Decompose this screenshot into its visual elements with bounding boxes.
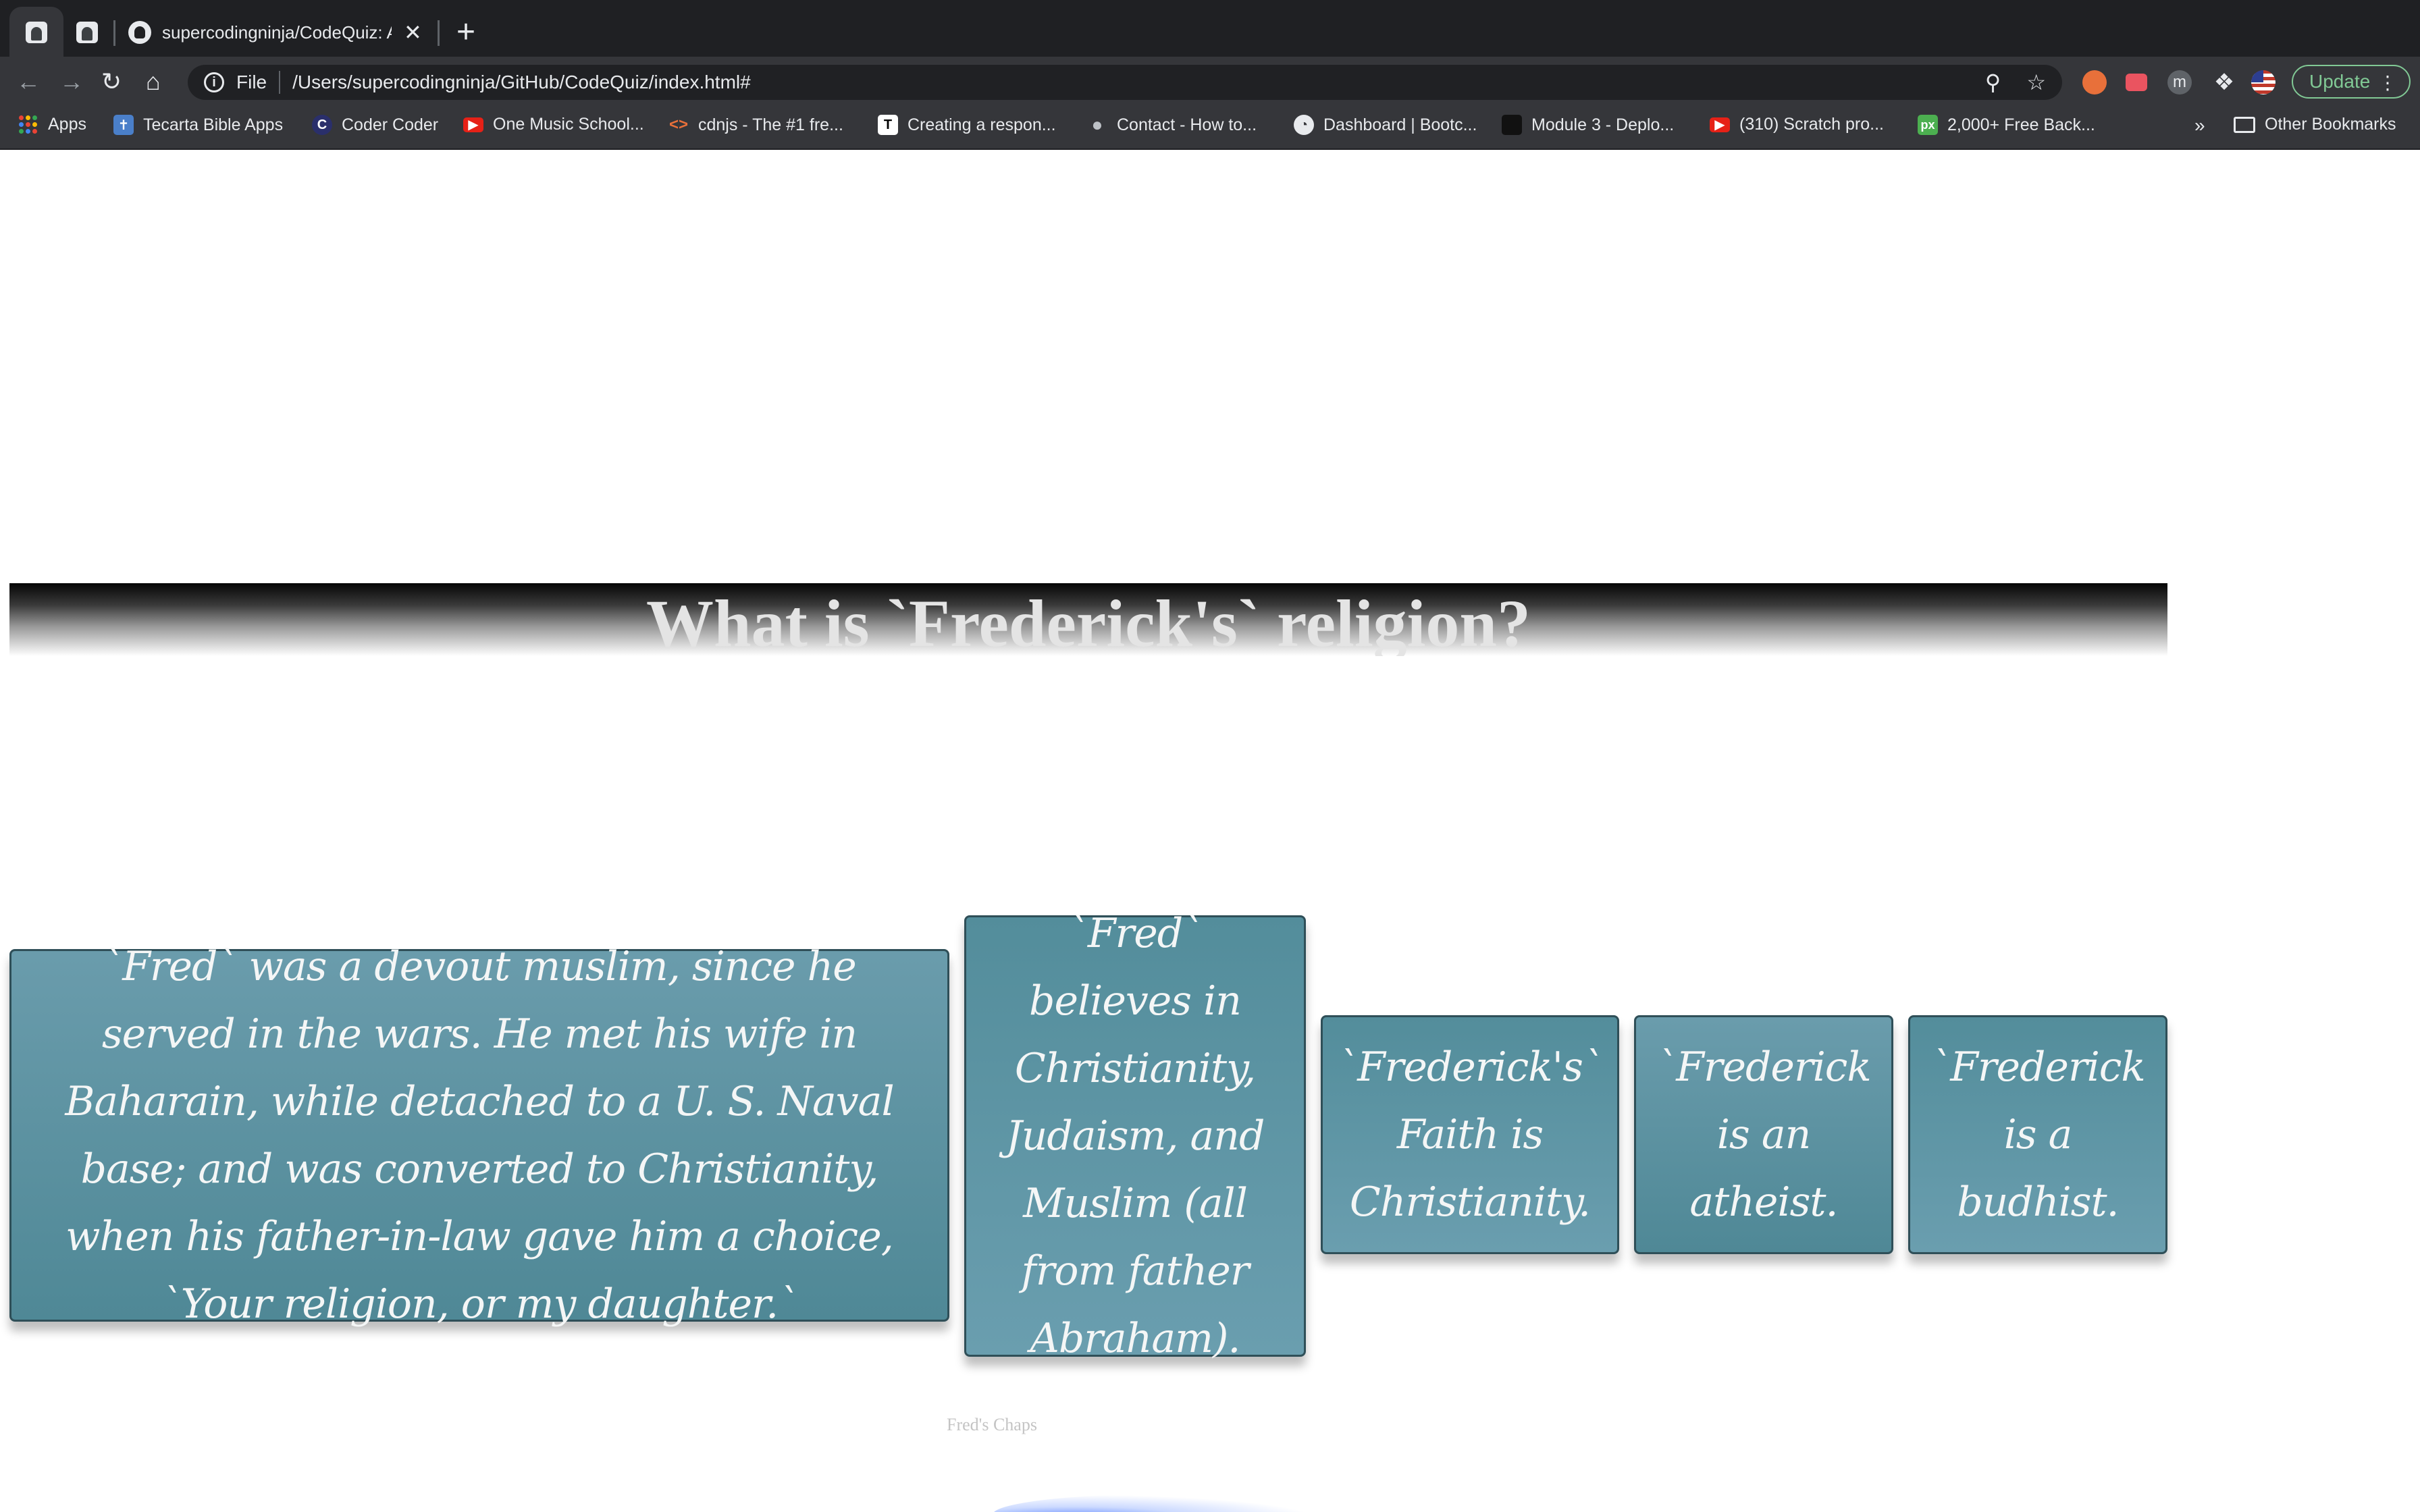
new-tab-button[interactable]: + [456,14,475,51]
extension-orange-icon[interactable] [2082,70,2107,94]
page-viewport: What is `Frederick's` religion? `Fred` w… [0,150,2420,1512]
bookmark-star-icon[interactable]: ☆ [2026,70,2046,95]
update-label: Update [2309,71,2371,92]
bookmark-label: One Music School... [493,115,644,134]
extension-red-icon[interactable] [2126,74,2147,91]
apple-icon: ● [1091,114,1103,135]
bookmark-label: Module 3 - Deplo... [1531,115,1675,134]
bookmark-label: Apps [48,115,86,134]
address-divider [279,71,281,94]
answer-text: `Frederick is an atheist. [1656,1044,1872,1226]
question-text: What is `Frederick's` religion? [646,586,1531,656]
tab-divider [113,20,115,46]
bookmark-free-backgrounds[interactable]: px 2,000+ Free Back... [1918,115,2095,135]
arrow-right-icon: → [59,68,84,95]
pinned-tab-1[interactable] [9,7,63,58]
answer-button-2[interactable]: `Fred` believes in Christianity, Judaism… [964,910,1306,1362]
bookmark-scratch[interactable]: ▶ (310) Scratch pro... [1710,115,1884,134]
tab-active[interactable]: supercodingninja/CodeQuiz: A ✕ [119,7,439,58]
bookmark-contact[interactable]: ● Contact - How to... [1087,114,1257,135]
tab-divider [438,20,440,46]
bookmark-dashboard-bootcamp[interactable]: ◔ Dashboard | Bootc... [1294,115,1477,135]
answer-text: `Frederick's` Faith is Christianity. [1338,1044,1603,1226]
bookmark-label: Other Bookmarks [2265,115,2396,134]
bookmark-apps[interactable]: Apps [19,115,86,134]
book-icon [1502,115,1522,135]
youtube-icon: ▶ [463,117,483,132]
bookmark-coder-coder[interactable]: C Coder Coder [312,115,438,135]
extension-m-icon[interactable]: m [2167,70,2192,94]
arrow-left-icon: ← [16,68,41,95]
bookmark-label: Tecarta Bible Apps [143,115,284,134]
youtube-icon: ▶ [1710,117,1730,132]
menu-kebab-icon[interactable]: ⋮ [2378,72,2397,94]
pinned-tab-2[interactable] [65,7,109,58]
home-icon: ⌂ [146,68,161,95]
bookmark-module-3[interactable]: Module 3 - Deplo... [1502,115,1674,135]
bookmark-tecarta[interactable]: ✝ Tecarta Bible Apps [113,115,283,135]
bookmark-label: Dashboard | Bootc... [1323,115,1477,134]
reload-icon: ↻ [101,68,122,95]
reload-button[interactable]: ↻ [101,62,122,101]
answer-button-5[interactable]: `Frederick is a budhist. [1908,1015,2167,1254]
coder-coder-icon: C [312,115,332,135]
px-icon: px [1918,115,1938,135]
folder-icon [2234,116,2255,133]
bookmark-label: Contact - How to... [1117,115,1257,134]
tab-strip-border [0,57,2420,62]
blue-glow-button[interactable] [993,1494,1317,1512]
extensions-puzzle-icon[interactable]: ❖ [2212,70,2236,94]
profile-flag-icon[interactable] [2251,70,2276,94]
zoom-icon[interactable]: ⚲ [1985,70,2001,95]
url-text[interactable]: /Users/supercodingninja/GitHub/CodeQuiz/… [292,72,751,93]
tab-title: supercodingninja/CodeQuiz: A [162,22,392,43]
answer-text: `Fred` believes in Christianity, Judaism… [1005,910,1265,1362]
file-scheme-label: File [236,72,267,92]
close-tab-icon[interactable]: ✕ [404,20,422,45]
home-button[interactable]: ⌂ [146,62,161,101]
bookmark-label: (310) Scratch pro... [1739,115,1884,134]
question-banner: What is `Frederick's` religion? [9,583,2167,656]
answer-text: `Fred` was a devout muslim, since he ser… [65,943,894,1328]
tecarta-icon: ✝ [113,115,134,135]
bookmark-label: Coder Coder [342,115,439,134]
bookmark-one-music-school[interactable]: ▶ One Music School... [463,115,644,134]
profile-favicon-icon [26,22,47,43]
profile-favicon-icon [76,22,98,43]
bookmark-label: Creating a respon... [908,115,1056,134]
info-icon[interactable]: i [204,72,224,92]
answer-button-1[interactable]: `Fred` was a devout muslim, since he ser… [9,943,949,1328]
bookmark-label: 2,000+ Free Back... [1947,115,2095,134]
back-button[interactable]: ← [16,62,41,101]
address-bar[interactable]: i File /Users/supercodingninja/GitHub/Co… [188,65,2062,100]
answer-button-4[interactable]: `Frederick is an atheist. [1634,1015,1893,1254]
browser-toolbar: ← → ↻ ⌂ i File /Users/supercodingninja/G… [0,62,2420,101]
answer-button-3[interactable]: `Frederick's` Faith is Christianity. [1321,1015,1619,1254]
bookmarks-overflow-button[interactable]: » [2194,115,2205,136]
other-bookmarks-folder[interactable]: Other Bookmarks [2234,115,2396,134]
tab-strip: supercodingninja/CodeQuiz: A ✕ + [0,0,2420,58]
github-icon [128,21,151,44]
chevron-double-right-icon: » [2194,115,2205,136]
apps-grid-icon [19,115,37,134]
footer-credit: Fred's Chaps [947,1415,1037,1434]
update-button[interactable]: Update ⋮ [2292,65,2411,99]
forward-button[interactable]: → [59,62,84,101]
bookmarks-bar: Apps ✝ Tecarta Bible Apps C Coder Coder … [0,101,2420,150]
bookmark-creating-responsive[interactable]: T Creating a respon... [878,115,1056,135]
globe-icon: ◔ [1294,115,1314,135]
bookmark-label: cdnjs - The #1 fre... [698,115,843,134]
answer-text: `Frederick is a budhist. [1930,1044,2146,1226]
t-logo-icon: T [878,115,898,135]
bookmark-cdnjs[interactable]: <> cdnjs - The #1 fre... [668,115,843,135]
code-brackets-icon: <> [668,115,689,134]
